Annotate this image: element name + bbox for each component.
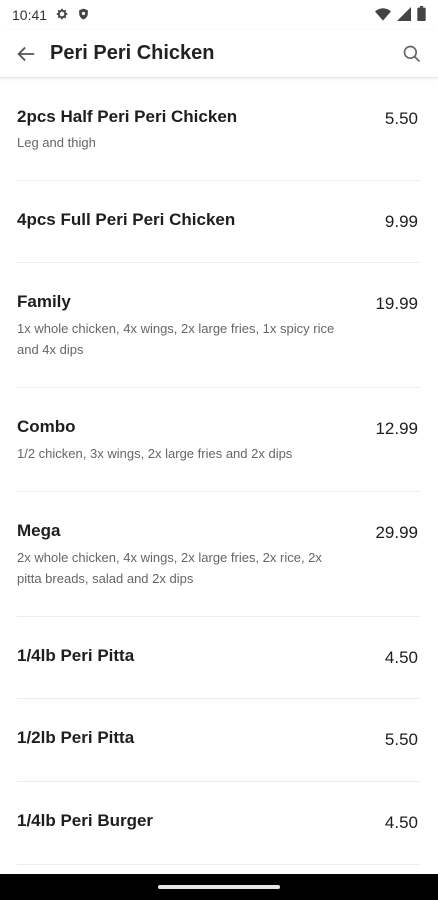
item-name: Mega bbox=[17, 521, 61, 540]
status-bar: 10:41 bbox=[0, 0, 438, 30]
list-item[interactable]: Family 1x whole chicken, 4x wings, 2x la… bbox=[17, 263, 420, 388]
item-name: 2pcs Half Peri Peri Chicken bbox=[17, 107, 238, 126]
item-price: 29.99 bbox=[375, 523, 418, 542]
item-name: 1/2lb Peri Pitta bbox=[17, 728, 135, 747]
status-left: 10:41 bbox=[12, 7, 90, 24]
item-price: 4.50 bbox=[384, 813, 418, 832]
item-name: 1/4lb Peri Pitta bbox=[17, 646, 135, 665]
status-time: 10:41 bbox=[12, 7, 48, 23]
app-bar: Peri Peri Chicken bbox=[0, 30, 438, 78]
item-description: 1x whole chicken, 4x wings, 2x large fri… bbox=[17, 321, 335, 357]
home-indicator[interactable] bbox=[158, 885, 280, 889]
item-price: 4.50 bbox=[384, 648, 418, 667]
shield-icon bbox=[77, 7, 90, 24]
list-item[interactable]: 2pcs Half Peri Peri Chicken Leg and thig… bbox=[17, 78, 420, 181]
search-icon[interactable] bbox=[398, 40, 426, 68]
list-item[interactable]: 1/4lb Peri Burger 4.50 bbox=[17, 782, 420, 865]
item-name: 4pcs Full Peri Peri Chicken bbox=[17, 210, 236, 229]
gesture-nav-bar bbox=[0, 874, 438, 900]
list-item[interactable]: Mega 2x whole chicken, 4x wings, 2x larg… bbox=[17, 492, 420, 617]
menu-list: 2pcs Half Peri Peri Chicken Leg and thig… bbox=[0, 78, 438, 874]
page-title: Peri Peri Chicken bbox=[50, 42, 215, 64]
item-price: 12.99 bbox=[375, 419, 418, 438]
signal-icon bbox=[397, 6, 411, 24]
wifi-icon bbox=[375, 7, 391, 24]
item-name: Family bbox=[17, 292, 71, 311]
list-item[interactable]: 4pcs Full Peri Peri Chicken 9.99 bbox=[17, 181, 420, 263]
settings-icon bbox=[55, 7, 69, 24]
back-arrow-icon[interactable] bbox=[12, 40, 40, 68]
item-price: 9.99 bbox=[384, 212, 418, 231]
status-right bbox=[375, 6, 426, 24]
item-price: 5.50 bbox=[384, 730, 418, 749]
item-price: 19.99 bbox=[375, 294, 418, 313]
item-name: 1/4lb Peri Burger bbox=[17, 811, 154, 830]
list-item[interactable]: 1/4lb Peri Pitta 4.50 bbox=[17, 617, 420, 699]
list-item[interactable]: 1/2lb Peri Pitta 5.50 bbox=[17, 699, 420, 782]
list-item[interactable]: Combo 1/2 chicken, 3x wings, 2x large fr… bbox=[17, 388, 420, 492]
item-description: 2x whole chicken, 4x wings, 2x large fri… bbox=[17, 550, 322, 586]
item-price: 5.50 bbox=[384, 109, 418, 128]
battery-icon bbox=[417, 6, 426, 24]
item-name: Combo bbox=[17, 417, 76, 436]
item-description: Leg and thigh bbox=[17, 135, 96, 150]
item-description: 1/2 chicken, 3x wings, 2x large fries an… bbox=[17, 446, 293, 461]
